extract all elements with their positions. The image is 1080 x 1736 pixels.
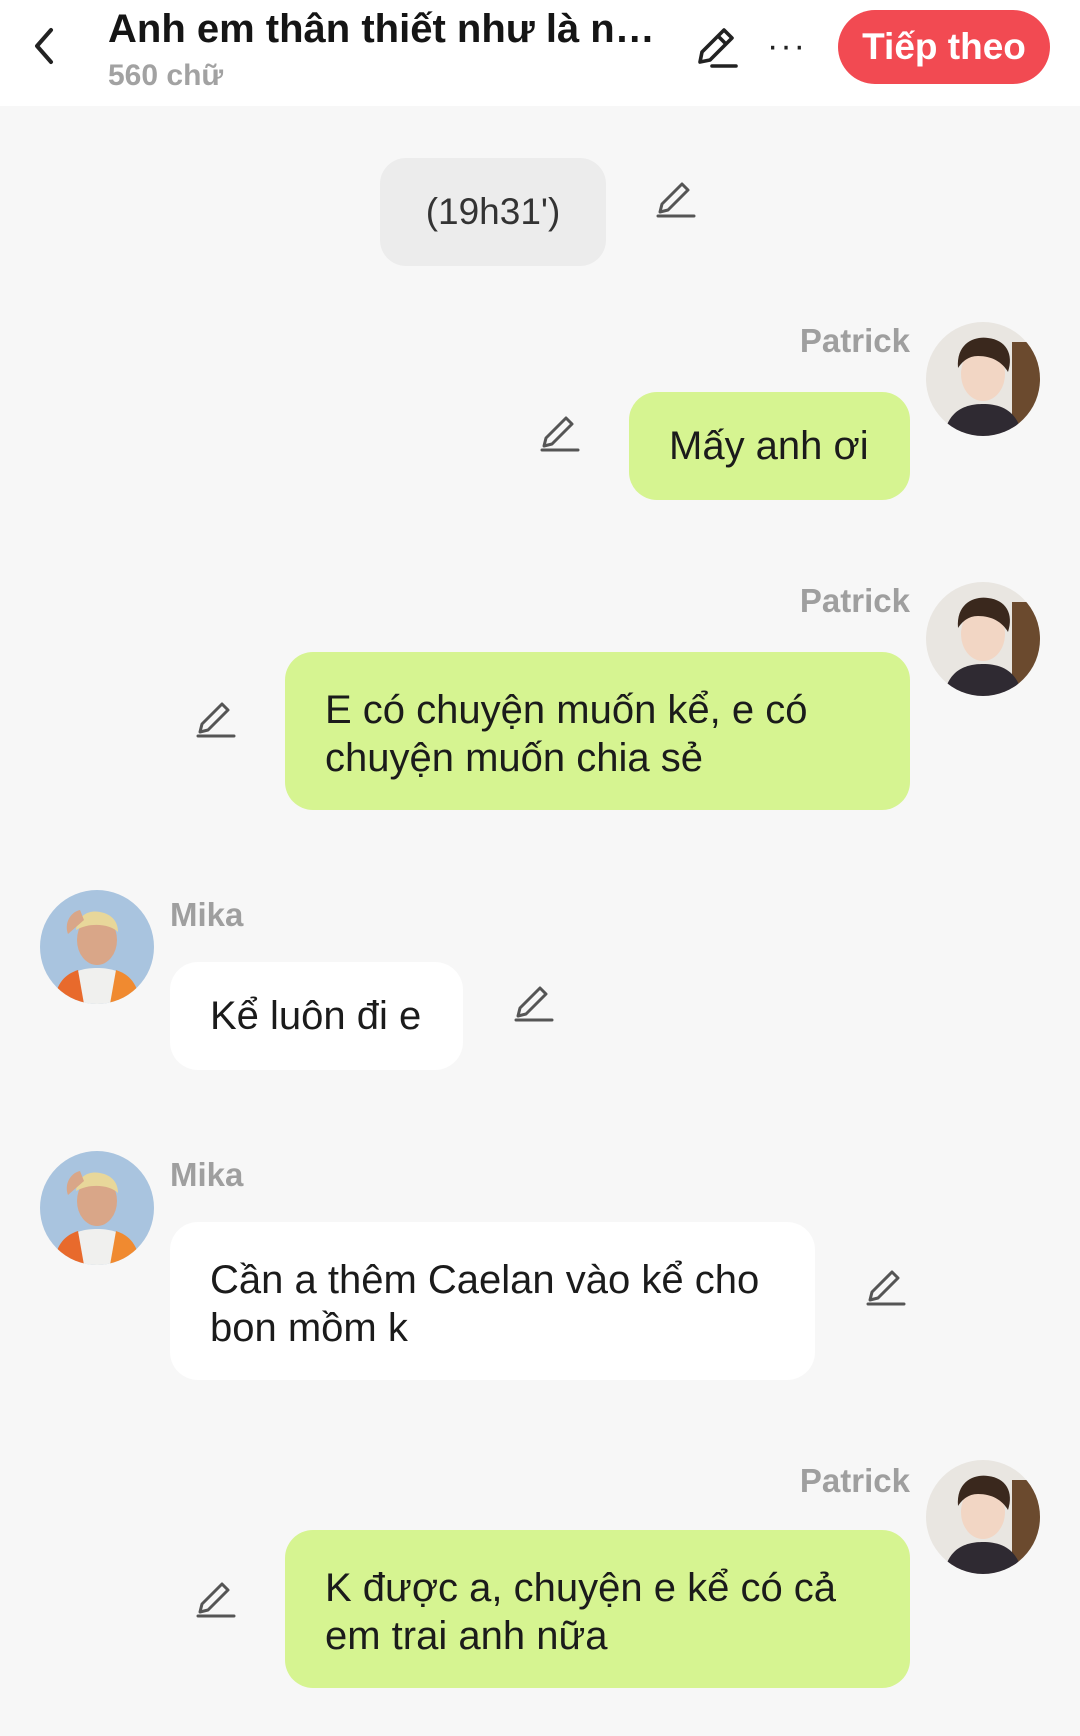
avatar-patrick[interactable] <box>926 1460 1040 1574</box>
avatar-image <box>40 890 154 1004</box>
pencil-icon <box>196 1582 236 1618</box>
avatar-patrick[interactable] <box>926 322 1040 436</box>
sender-name: Patrick <box>799 322 910 359</box>
edit-message-button[interactable] <box>194 698 238 742</box>
pencil-icon <box>540 416 580 452</box>
message-bubble[interactable]: Kể luôn đi e <box>170 962 463 1070</box>
more-horizontal-icon: ··· <box>767 26 807 65</box>
avatar-mika[interactable] <box>40 890 154 1004</box>
avatar-mika[interactable] <box>40 1151 154 1265</box>
pencil-icon <box>514 986 554 1022</box>
edit-message-button[interactable] <box>512 982 556 1026</box>
pencil-icon <box>698 28 738 68</box>
sender-name: Mika <box>170 1156 244 1193</box>
avatar-image <box>40 1151 154 1265</box>
chevron-left-icon <box>35 28 53 64</box>
pencil-icon <box>866 1270 906 1306</box>
sender-name: Mika <box>170 896 244 933</box>
edit-message-button[interactable] <box>194 1578 238 1622</box>
more-options-button[interactable]: ··· <box>763 22 811 70</box>
next-button[interactable]: Tiếp theo <box>838 10 1050 84</box>
edit-title-button[interactable] <box>690 22 742 74</box>
word-count: 560 chữ <box>108 59 224 92</box>
message-bubble[interactable]: K được a, chuyện e kể có cả em trai anh … <box>285 1530 910 1688</box>
time-marker[interactable]: (19h31') <box>380 158 606 266</box>
pencil-icon <box>656 182 696 218</box>
edit-message-button[interactable] <box>538 412 582 456</box>
avatar-image <box>926 582 1040 696</box>
back-button[interactable] <box>26 24 62 68</box>
avatar-patrick[interactable] <box>926 582 1040 696</box>
message-bubble[interactable]: Cần a thêm Caelan vào kể cho bon mồm k <box>170 1222 815 1380</box>
message-bubble[interactable]: Mấy anh ơi <box>629 392 910 500</box>
story-title[interactable]: Anh em thân thiết như là ng... <box>108 4 658 54</box>
top-bar: Anh em thân thiết như là ng... 560 chữ ·… <box>0 0 1080 106</box>
avatar-image <box>926 1460 1040 1574</box>
avatar-image <box>926 322 1040 436</box>
edit-time-button[interactable] <box>654 178 698 222</box>
edit-message-button[interactable] <box>864 1266 908 1310</box>
message-bubble[interactable]: E có chuyện muốn kể, e có chuyện muốn ch… <box>285 652 910 810</box>
sender-name: Patrick <box>799 582 910 619</box>
sender-name: Patrick <box>799 1462 910 1499</box>
pencil-icon <box>196 702 236 738</box>
